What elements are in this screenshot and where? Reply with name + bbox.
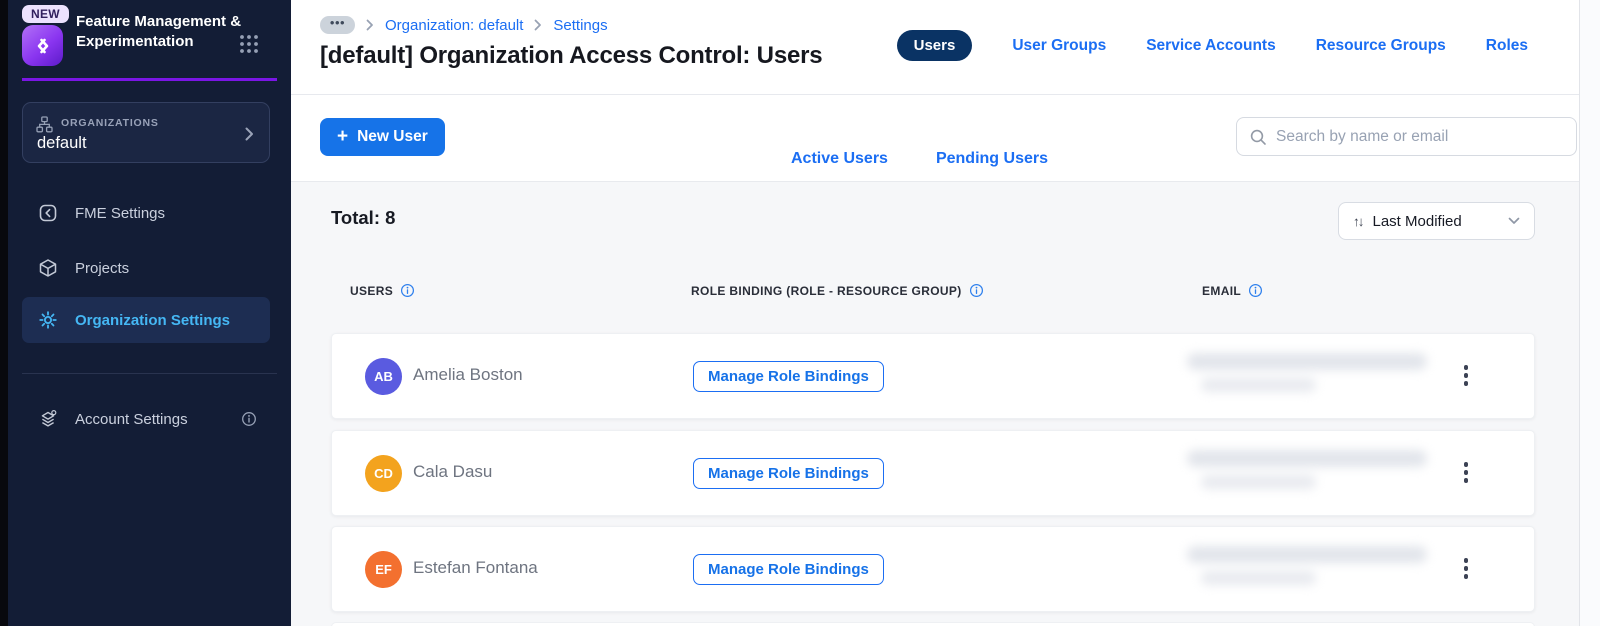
- fme-settings-icon: [37, 202, 59, 224]
- column-header-users: USERS: [350, 283, 415, 298]
- plus-icon: +: [337, 125, 349, 147]
- avatar: AB: [365, 358, 402, 395]
- row-menu-kebab-icon[interactable]: [1460, 361, 1473, 390]
- redacted-email-line: [1201, 378, 1316, 392]
- new-user-button[interactable]: + New User: [320, 118, 445, 156]
- page-right-edge: [1579, 0, 1600, 626]
- redacted-email-line: [1187, 353, 1427, 370]
- sidebar-item-projects[interactable]: Projects: [22, 246, 270, 290]
- sidebar-item-label: FME Settings: [75, 204, 166, 222]
- redacted-email: [1187, 450, 1427, 489]
- tab-user-groups[interactable]: User Groups: [1012, 37, 1106, 55]
- sort-arrows-icon: ↑↓: [1353, 213, 1364, 229]
- redacted-email-line: [1201, 571, 1316, 585]
- tab-roles[interactable]: Roles: [1486, 37, 1528, 55]
- layers-gear-icon: [37, 408, 59, 430]
- cube-icon: [37, 257, 59, 279]
- sidebar-item-organization-settings[interactable]: Organization Settings: [22, 297, 270, 343]
- new-badge: NEW: [22, 5, 69, 23]
- sidebar-item-label: Account Settings: [75, 410, 188, 428]
- tab-service-accounts[interactable]: Service Accounts: [1146, 37, 1276, 55]
- breadcrumb: ••• Organization: default Settings: [320, 16, 608, 34]
- info-icon[interactable]: [969, 283, 984, 298]
- access-control-tabs: Users User Groups Service Accounts Resou…: [896, 30, 1528, 61]
- column-header-email: EMAIL: [1202, 283, 1263, 298]
- table-row: CD Cala Dasu Manage Role Bindings: [331, 430, 1535, 516]
- info-icon[interactable]: [241, 411, 257, 427]
- row-menu-kebab-icon[interactable]: [1460, 458, 1473, 487]
- sidebar-item-label: Organization Settings: [75, 311, 231, 329]
- column-header-role-binding-label: ROLE BINDING (ROLE - RESOURCE GROUP): [691, 283, 962, 298]
- chevron-right-icon: [245, 127, 254, 141]
- sidebar-item-fme-settings[interactable]: FME Settings: [22, 191, 270, 235]
- table-row: EF Estefan Fontana Manage Role Bindings: [331, 526, 1535, 612]
- sidebar: NEW Feature Management & Experimentation: [8, 0, 291, 626]
- user-name: Cala Dasu: [413, 462, 493, 481]
- manage-role-bindings-button[interactable]: Manage Role Bindings: [693, 361, 884, 392]
- search-box: [1236, 117, 1577, 156]
- organization-name: default: [37, 134, 87, 152]
- column-header-email-label: EMAIL: [1202, 283, 1242, 298]
- avatar: CD: [365, 455, 402, 492]
- avatar: EF: [365, 551, 402, 588]
- organization-selector[interactable]: ORGANIZATIONS default: [22, 102, 270, 163]
- app-switcher-grid-icon[interactable]: [238, 33, 260, 55]
- search-icon: [1249, 128, 1267, 146]
- sort-dropdown-value: Last Modified: [1372, 212, 1462, 230]
- tab-resource-groups[interactable]: Resource Groups: [1316, 37, 1446, 55]
- page-title: [default] Organization Access Control: U…: [320, 42, 823, 69]
- row-menu-kebab-icon[interactable]: [1460, 554, 1473, 583]
- brand-divider: [22, 78, 277, 81]
- column-header-users-label: USERS: [350, 283, 394, 298]
- manage-role-bindings-button[interactable]: Manage Role Bindings: [693, 458, 884, 489]
- new-user-button-label: New User: [357, 128, 428, 145]
- screen: NEW Feature Management & Experimentation: [0, 0, 1600, 626]
- info-icon[interactable]: [400, 283, 415, 298]
- table-row-partial: [331, 622, 1535, 626]
- chevron-down-icon: [1508, 217, 1520, 225]
- redacted-email: [1187, 353, 1427, 392]
- fme-logo: [22, 25, 63, 66]
- total-count: Total: 8: [331, 207, 396, 228]
- info-icon[interactable]: [1248, 283, 1263, 298]
- window-edge-strip: [0, 0, 8, 626]
- main-content: ••• Organization: default Settings [defa…: [291, 0, 1579, 626]
- organizations-label: ORGANIZATIONS: [61, 117, 159, 129]
- redacted-email: [1187, 546, 1427, 585]
- breadcrumb-organization-link[interactable]: Organization: default: [385, 17, 523, 34]
- breadcrumb-ellipsis[interactable]: •••: [320, 16, 355, 34]
- chevron-separator-icon: [366, 19, 374, 31]
- manage-role-bindings-button[interactable]: Manage Role Bindings: [693, 554, 884, 585]
- redacted-email-line: [1201, 475, 1316, 489]
- table-row: AB Amelia Boston Manage Role Bindings: [331, 333, 1535, 419]
- column-header-role-binding: ROLE BINDING (ROLE - RESOURCE GROUP): [691, 283, 984, 298]
- redacted-email-line: [1187, 450, 1427, 467]
- user-name: Amelia Boston: [413, 365, 523, 384]
- split-arrows-icon: [37, 38, 48, 53]
- sidebar-divider: [22, 373, 277, 374]
- user-name: Estefan Fontana: [413, 558, 538, 577]
- tab-users[interactable]: Users: [896, 30, 973, 61]
- breadcrumb-settings-link[interactable]: Settings: [553, 17, 607, 34]
- sidebar-item-label: Projects: [75, 259, 130, 277]
- sort-dropdown[interactable]: ↑↓ Last Modified: [1338, 202, 1535, 240]
- gear-icon: [37, 309, 59, 331]
- chevron-separator-icon: [534, 19, 542, 31]
- search-input[interactable]: [1276, 127, 1564, 146]
- app-title: Feature Management & Experimentation: [76, 13, 242, 50]
- redacted-email-line: [1187, 546, 1427, 563]
- header-divider: [291, 94, 1579, 95]
- sidebar-item-account-settings[interactable]: Account Settings: [22, 397, 270, 441]
- sitemap-icon: [36, 116, 53, 133]
